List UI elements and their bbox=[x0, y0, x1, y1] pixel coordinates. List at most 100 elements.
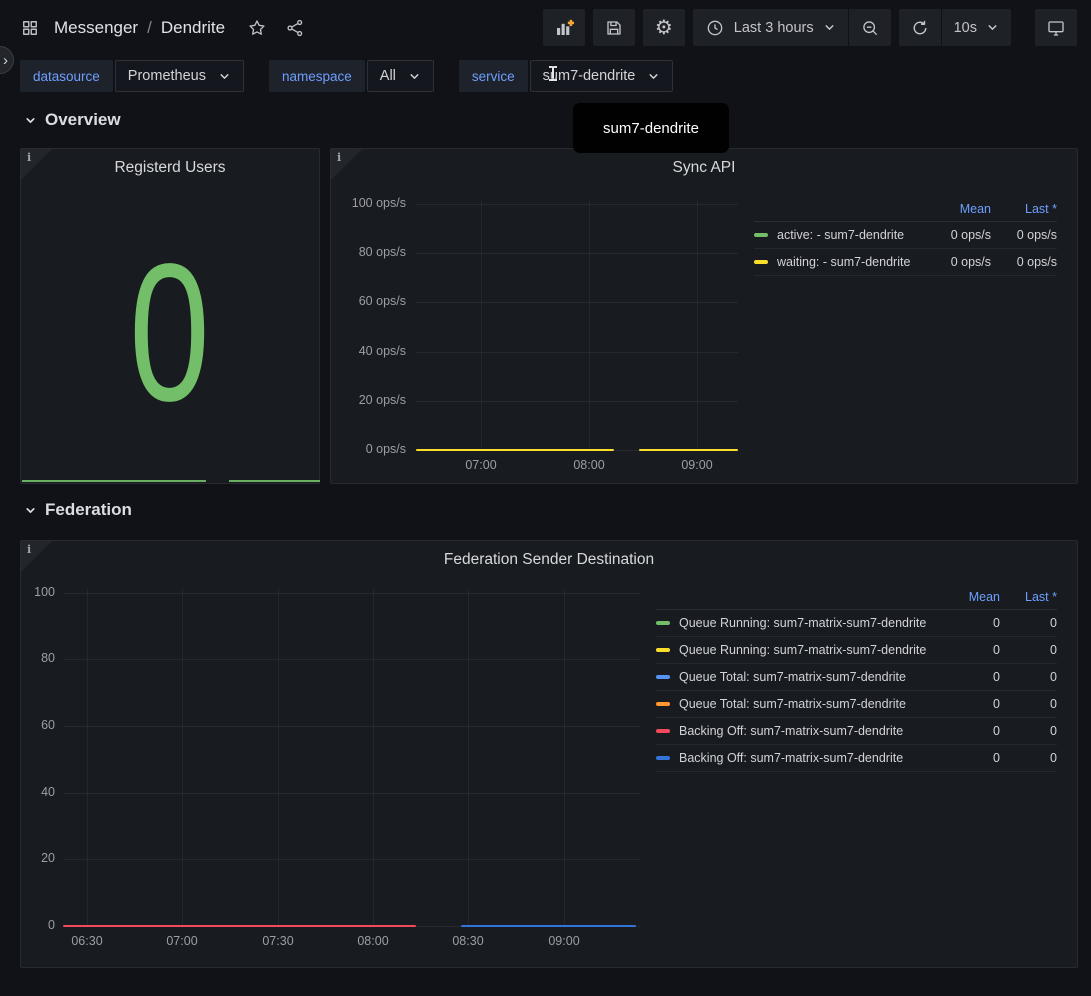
gridline-h bbox=[63, 593, 641, 594]
gridline-v bbox=[182, 589, 183, 927]
y-axis-label: 40 bbox=[25, 785, 55, 799]
breadcrumb-page[interactable]: Dendrite bbox=[161, 18, 225, 38]
legend-mean-value: 0 ops/s bbox=[919, 255, 991, 269]
tooltip-text: sum7-dendrite bbox=[603, 120, 699, 137]
series-line-waiting bbox=[639, 449, 738, 451]
star-icon[interactable] bbox=[247, 18, 267, 38]
gridline-h bbox=[416, 302, 738, 303]
legend-mean-value: 0 bbox=[935, 643, 1000, 657]
y-axis-label: 80 ops/s bbox=[339, 245, 406, 259]
x-axis-label: 06:30 bbox=[62, 934, 112, 948]
chevron-down-icon bbox=[24, 504, 37, 517]
legend-row: Queue Total: sum7-matrix-sum7-dendrite 0… bbox=[656, 691, 1057, 718]
zoom-out-button[interactable] bbox=[849, 9, 891, 46]
add-panel-button[interactable] bbox=[543, 9, 585, 46]
save-dashboard-button[interactable] bbox=[593, 9, 635, 46]
variable-value: Prometheus bbox=[128, 68, 206, 84]
gear-icon: ⚙ bbox=[655, 18, 673, 38]
series-color-swatch bbox=[656, 756, 670, 760]
variable-namespace: namespace All bbox=[269, 60, 434, 92]
legend-last-header[interactable]: Last * bbox=[991, 202, 1057, 216]
series-color-swatch bbox=[656, 729, 670, 733]
legend-series-label[interactable]: Queue Running: sum7-matrix-sum7-dendrite bbox=[679, 616, 935, 630]
series-color-swatch bbox=[656, 702, 670, 706]
plus-icon bbox=[568, 19, 574, 25]
y-axis-label: 60 ops/s bbox=[339, 294, 406, 308]
y-axis-label: 80 bbox=[25, 651, 55, 665]
sparkline-segment bbox=[22, 480, 206, 482]
gridline-v bbox=[589, 201, 590, 451]
legend-mean-value: 0 bbox=[935, 724, 1000, 738]
refresh-interval-picker[interactable]: 10s bbox=[942, 9, 1011, 46]
chevron-down-icon bbox=[24, 114, 37, 127]
breadcrumb-dashboard[interactable]: Messenger bbox=[54, 18, 138, 38]
variable-label: service bbox=[459, 60, 528, 92]
legend-series-label[interactable]: Queue Total: sum7-matrix-sum7-dendrite bbox=[679, 697, 935, 711]
gridline-v bbox=[564, 589, 565, 927]
chevron-down-icon bbox=[823, 21, 836, 34]
dashboard-settings-button[interactable]: ⚙ bbox=[643, 9, 685, 46]
legend-mean-value: 0 bbox=[935, 670, 1000, 684]
legend-header: Mean Last * bbox=[656, 585, 1057, 610]
gridline-v bbox=[468, 589, 469, 927]
x-axis-label: 09:00 bbox=[672, 458, 722, 472]
service-value-tooltip: sum7-dendrite bbox=[573, 103, 729, 153]
mouse-text-cursor-icon bbox=[549, 66, 557, 81]
variable-datasource: datasource Prometheus bbox=[20, 60, 244, 92]
section-overview[interactable]: Overview bbox=[24, 110, 121, 130]
panel-title[interactable]: Federation Sender Destination bbox=[21, 545, 1077, 575]
sparkline-segment bbox=[229, 480, 320, 482]
x-axis-label: 07:00 bbox=[456, 458, 506, 472]
series-color-swatch bbox=[656, 675, 670, 679]
breadcrumb: Messenger / Dendrite bbox=[54, 18, 225, 38]
legend-row: waiting: - sum7-dendrite 0 ops/s 0 ops/s bbox=[754, 249, 1057, 276]
apps-grid-icon[interactable] bbox=[20, 18, 40, 38]
series-color-swatch bbox=[656, 648, 670, 652]
gridline-h bbox=[63, 659, 641, 660]
tv-mode-button[interactable] bbox=[1035, 9, 1077, 46]
panel-registered-users: i Registerd Users 0 bbox=[20, 148, 320, 484]
legend-row: Queue Total: sum7-matrix-sum7-dendrite 0… bbox=[656, 664, 1057, 691]
legend-series-label[interactable]: Queue Total: sum7-matrix-sum7-dendrite bbox=[679, 670, 935, 684]
share-icon[interactable] bbox=[285, 18, 305, 38]
x-axis-label: 07:30 bbox=[253, 934, 303, 948]
legend-mean-header[interactable]: Mean bbox=[935, 590, 1000, 604]
chevron-down-icon bbox=[218, 70, 231, 83]
legend-series-label[interactable]: Backing Off: sum7-matrix-sum7-dendrite bbox=[679, 724, 935, 738]
gridline-v bbox=[373, 589, 374, 927]
panel-title[interactable]: Registerd Users bbox=[21, 153, 319, 183]
y-axis-label: 100 ops/s bbox=[339, 196, 406, 210]
legend-series-label[interactable]: waiting: - sum7-dendrite bbox=[777, 255, 919, 269]
top-navigation: Messenger / Dendrite bbox=[0, 0, 1091, 55]
legend-row: Queue Running: sum7-matrix-sum7-dendrite… bbox=[656, 637, 1057, 664]
datasource-select[interactable]: Prometheus bbox=[115, 60, 244, 92]
namespace-select[interactable]: All bbox=[367, 60, 434, 92]
legend-series-label[interactable]: Queue Running: sum7-matrix-sum7-dendrite bbox=[679, 643, 935, 657]
gridline-h bbox=[416, 352, 738, 353]
chevron-down-icon bbox=[408, 70, 421, 83]
legend-last-header[interactable]: Last * bbox=[1000, 590, 1057, 604]
time-range-picker[interactable]: Last 3 hours bbox=[693, 9, 848, 46]
series-color-swatch bbox=[656, 621, 670, 625]
legend-last-value: 0 bbox=[1000, 751, 1057, 765]
gridline-h bbox=[416, 253, 738, 254]
monitor-icon bbox=[1046, 18, 1066, 38]
gridline-v bbox=[87, 589, 88, 927]
legend-series-label[interactable]: active: - sum7-dendrite bbox=[777, 228, 919, 242]
legend-row: Backing Off: sum7-matrix-sum7-dendrite 0… bbox=[656, 718, 1057, 745]
y-axis-label: 0 bbox=[25, 918, 55, 932]
gridline-v bbox=[697, 201, 698, 451]
panel-title[interactable]: Sync API bbox=[331, 153, 1077, 183]
gridline-h bbox=[63, 859, 641, 860]
chevron-right-icon: › bbox=[3, 52, 8, 69]
refresh-button[interactable] bbox=[899, 9, 941, 46]
dashboard-toolbar: ⚙ Last 3 hours bbox=[543, 9, 1077, 46]
panel-federation-sender: i Federation Sender Destination 100 80 6… bbox=[20, 540, 1078, 968]
x-axis-label: 08:00 bbox=[564, 458, 614, 472]
gridline-h bbox=[416, 204, 738, 205]
legend-mean-header[interactable]: Mean bbox=[919, 202, 991, 216]
variable-label: datasource bbox=[20, 60, 113, 92]
legend-series-label[interactable]: Backing Off: sum7-matrix-sum7-dendrite bbox=[679, 751, 935, 765]
section-federation[interactable]: Federation bbox=[24, 500, 132, 520]
x-axis-label: 08:30 bbox=[443, 934, 493, 948]
